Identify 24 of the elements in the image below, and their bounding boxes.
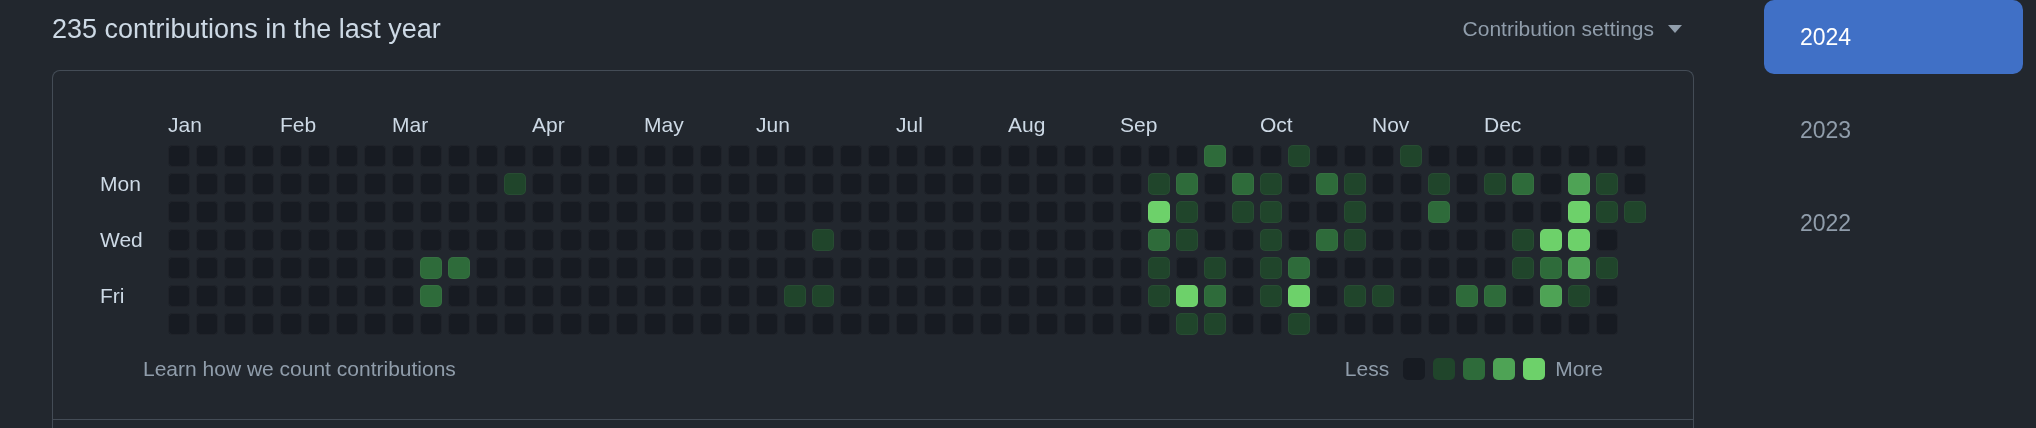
- weekday-label: Fri: [100, 284, 125, 307]
- year-tab[interactable]: 2024: [1764, 0, 2023, 74]
- month-label: Nov: [1372, 114, 1410, 135]
- year-tab[interactable]: 2023: [1764, 93, 2023, 167]
- month-label: Jul: [896, 114, 923, 135]
- learn-link[interactable]: Learn how we count contributions: [143, 353, 456, 385]
- weekday-label: Mon: [100, 172, 141, 195]
- month-label: Aug: [1008, 114, 1046, 135]
- month-label: Jan: [168, 114, 202, 135]
- month-label: Mar: [392, 114, 429, 135]
- legend-more-label: More: [1555, 356, 1603, 382]
- weekday-label: Wed: [100, 228, 143, 251]
- caret-icon: [1668, 25, 1682, 33]
- month-label: Sep: [1120, 114, 1158, 135]
- legend-less-label: Less: [1344, 356, 1390, 382]
- month-label: Dec: [1484, 114, 1522, 135]
- contribution-settings-button[interactable]: Contribution settings: [1462, 13, 1694, 45]
- year-tab[interactable]: 2022: [1764, 186, 2023, 260]
- month-label: May: [644, 114, 684, 135]
- contributions-heading: 235 contributions in the last year: [52, 12, 441, 46]
- month-label: Oct: [1260, 114, 1293, 135]
- month-label: Jun: [756, 114, 790, 135]
- month-label: Apr: [532, 114, 565, 135]
- month-label: Feb: [280, 114, 317, 135]
